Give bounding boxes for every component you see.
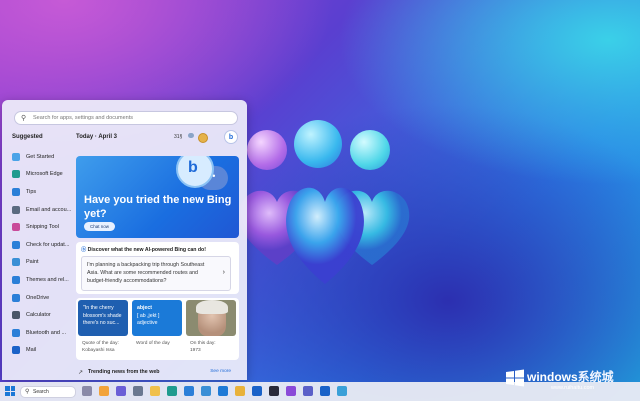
paint-icon bbox=[12, 258, 20, 267]
chat-icon[interactable] bbox=[116, 386, 126, 396]
tips-icon bbox=[12, 187, 20, 196]
bing-promo-card[interactable]: ••• b Have you tried the new Bing yet? C… bbox=[76, 156, 239, 238]
suggested-item[interactable]: Microsoft Edge bbox=[12, 166, 74, 184]
widgets-date: Today · April 3 bbox=[76, 134, 118, 140]
search-icon: ⚲ bbox=[21, 115, 27, 122]
edge-icon[interactable] bbox=[167, 386, 177, 396]
mail-icon bbox=[12, 346, 20, 355]
watermark-brand: windows系统城 bbox=[527, 370, 614, 384]
start-menu: ⚲ Search for apps, settings and document… bbox=[2, 100, 247, 380]
wallpaper-orb bbox=[294, 120, 342, 168]
update-icon bbox=[12, 240, 20, 249]
terminal-icon[interactable] bbox=[269, 386, 279, 396]
vscode-icon[interactable] bbox=[218, 386, 228, 396]
portrait-hair bbox=[196, 300, 228, 314]
quote-caption: Quote of the day: Kobayashi Issa bbox=[82, 341, 119, 353]
trending-title: Trending news from the web bbox=[88, 369, 160, 375]
suggested-item[interactable]: Bluetooth and ... bbox=[12, 324, 74, 342]
suggested-item-label: Get Started bbox=[26, 153, 55, 160]
trending-news-header[interactable]: ↗ Trending news from the web See more bbox=[76, 368, 239, 380]
start-button[interactable] bbox=[5, 386, 15, 396]
on-this-day-tile[interactable] bbox=[186, 300, 236, 336]
taskbar-search-label: Search bbox=[33, 389, 49, 395]
suggested-item-label: Calculator bbox=[26, 312, 51, 319]
avatar[interactable] bbox=[198, 133, 208, 143]
weather-icon bbox=[188, 133, 194, 138]
daily-tiles: "In the cherry blossom's shade there's n… bbox=[76, 298, 239, 360]
quote-tile[interactable]: "In the cherry blossom's shade there's n… bbox=[78, 300, 128, 336]
wallpaper-heart bbox=[286, 187, 364, 284]
chevron-right-icon: › bbox=[222, 269, 225, 276]
clipchamp-icon[interactable] bbox=[286, 386, 296, 396]
watermark-logo-icon bbox=[506, 369, 524, 387]
chat-now-button[interactable]: Chat now bbox=[84, 222, 116, 231]
suggested-item[interactable]: Themes and rel... bbox=[12, 271, 74, 289]
suggested-item-label: Email and accou... bbox=[26, 206, 72, 213]
edge-icon bbox=[12, 170, 20, 179]
outlook-icon[interactable] bbox=[252, 386, 262, 396]
suggested-item-label: Themes and rel... bbox=[26, 276, 69, 283]
wallpaper-orb bbox=[247, 130, 287, 170]
suggested-list: Get Started Microsoft Edge Tips Email and a… bbox=[12, 148, 74, 359]
suggested-item[interactable]: Tips bbox=[12, 183, 74, 201]
get-started-icon bbox=[12, 152, 20, 161]
mail-icon[interactable] bbox=[320, 386, 330, 396]
suggested-item[interactable]: Check for updat... bbox=[12, 236, 74, 254]
file-explorer-icon[interactable] bbox=[150, 386, 160, 396]
suggested-item[interactable]: Mail bbox=[12, 342, 74, 360]
prompt-text: I'm planning a backpacking trip through … bbox=[87, 262, 205, 284]
start-search-input[interactable]: ⚲ Search for apps, settings and document… bbox=[14, 111, 238, 125]
settings-icon[interactable] bbox=[133, 386, 143, 396]
app-icon[interactable] bbox=[337, 386, 347, 396]
suggested-item-label: Microsoft Edge bbox=[26, 171, 63, 178]
weather-icon[interactable] bbox=[99, 386, 109, 396]
suggested-item-label: OneDrive bbox=[26, 294, 50, 301]
snipping-tool-icon bbox=[12, 223, 20, 232]
suggested-item[interactable]: Get Started bbox=[12, 148, 74, 166]
task-view-icon[interactable] bbox=[82, 386, 92, 396]
suggested-item[interactable]: Calculator bbox=[12, 306, 74, 324]
bluetooth-icon bbox=[12, 328, 20, 337]
suggested-item[interactable]: Email and accou... bbox=[12, 201, 74, 219]
suggested-item[interactable]: OneDrive bbox=[12, 289, 74, 307]
suggested-item-label: Tips bbox=[26, 188, 37, 195]
chrome-icon[interactable] bbox=[235, 386, 245, 396]
suggested-item-label: Paint bbox=[26, 259, 39, 266]
taskbar-search[interactable]: ⚲ Search bbox=[20, 386, 76, 398]
suggested-item-label: Snipping Tool bbox=[26, 224, 59, 231]
discover-card[interactable]: ⓑ Discover what the new AI-powered Bing … bbox=[76, 242, 239, 294]
trending-icon: ↗ bbox=[78, 370, 84, 376]
watermark: windows系统城 www.ruihaitu.com bbox=[505, 366, 635, 396]
suggested-heading: Suggested bbox=[12, 134, 43, 140]
email-icon bbox=[12, 205, 20, 214]
suggested-item-label: Bluetooth and ... bbox=[26, 329, 67, 336]
bing-promo-title: Have you tried the new Bing yet? bbox=[84, 194, 232, 220]
word-text: abject [ ab ,jekt ] adjective bbox=[137, 305, 160, 326]
bing-icon: ⓑ bbox=[81, 247, 87, 253]
teams-icon[interactable] bbox=[303, 386, 313, 396]
see-more-link[interactable]: See more bbox=[210, 369, 231, 374]
word-caption: Word of the day bbox=[136, 341, 170, 346]
watermark-url: www.ruihaitu.com bbox=[551, 385, 595, 391]
suggested-item-label: Mail bbox=[26, 347, 37, 354]
themes-icon bbox=[12, 275, 20, 284]
store-icon[interactable] bbox=[184, 386, 194, 396]
photos-icon[interactable] bbox=[201, 386, 211, 396]
wallpaper-orb bbox=[350, 130, 390, 170]
on-this-day-caption: On this day: 1973 bbox=[190, 341, 216, 353]
weather-temp[interactable]: 31§ bbox=[174, 134, 182, 140]
onedrive-icon bbox=[12, 293, 20, 302]
suggested-item[interactable]: Snipping Tool bbox=[12, 218, 74, 236]
bing-icon[interactable]: b bbox=[224, 130, 238, 144]
suggested-item[interactable]: Paint bbox=[12, 254, 74, 272]
search-icon: ⚲ bbox=[25, 389, 30, 395]
quote-text: "In the cherry blossom's shade there's n… bbox=[83, 305, 122, 326]
word-tile[interactable]: abject [ ab ,jekt ] adjective bbox=[132, 300, 182, 336]
search-placeholder: Search for apps, settings and documents bbox=[33, 114, 133, 121]
suggested-item-label: Check for updat... bbox=[26, 241, 70, 248]
calculator-icon bbox=[12, 311, 20, 320]
discover-prompt[interactable]: I'm planning a backpacking trip through … bbox=[81, 256, 231, 291]
discover-title: ⓑ Discover what the new AI-powered Bing … bbox=[81, 247, 206, 253]
